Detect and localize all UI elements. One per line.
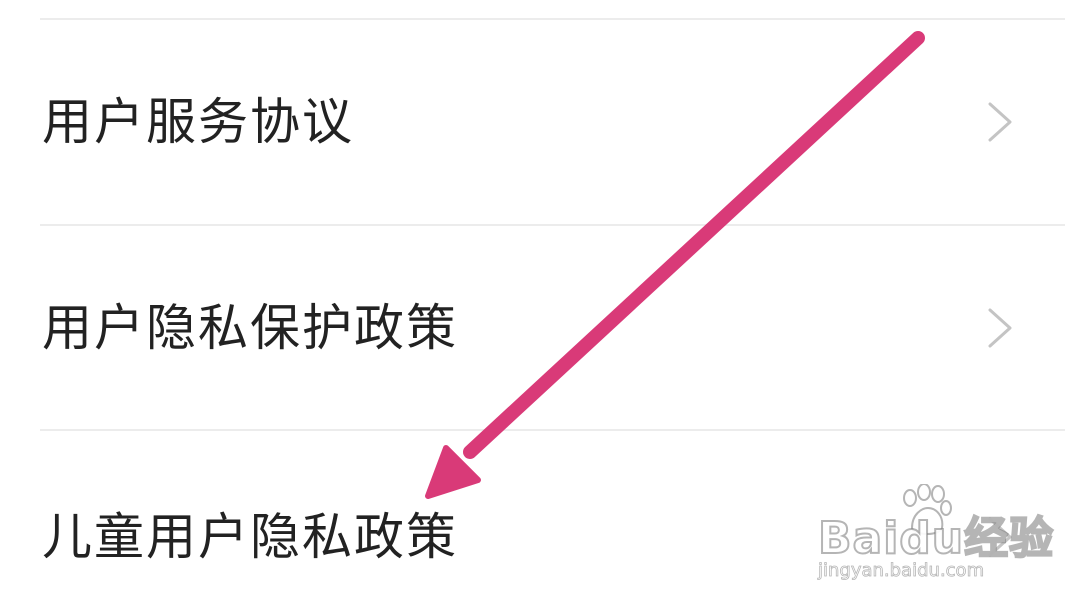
list-item-children-privacy-policy[interactable]: 儿童用户隐私政策 bbox=[0, 431, 1065, 605]
list-item-label: 用户隐私保护政策 bbox=[42, 299, 458, 357]
list-item-label: 用户服务协议 bbox=[42, 93, 354, 151]
list-item-user-service-agreement[interactable]: 用户服务协议 bbox=[0, 20, 1065, 224]
settings-list: 用户服务协议 用户隐私保护政策 儿童用户隐私政策 bbox=[0, 0, 1065, 605]
chevron-right-icon bbox=[980, 306, 1020, 350]
chevron-right-icon bbox=[980, 100, 1020, 144]
list-item-label: 儿童用户隐私政策 bbox=[42, 508, 458, 566]
list-item-user-privacy-protection-policy[interactable]: 用户隐私保护政策 bbox=[0, 226, 1065, 428]
chevron-right-icon bbox=[980, 515, 1020, 559]
